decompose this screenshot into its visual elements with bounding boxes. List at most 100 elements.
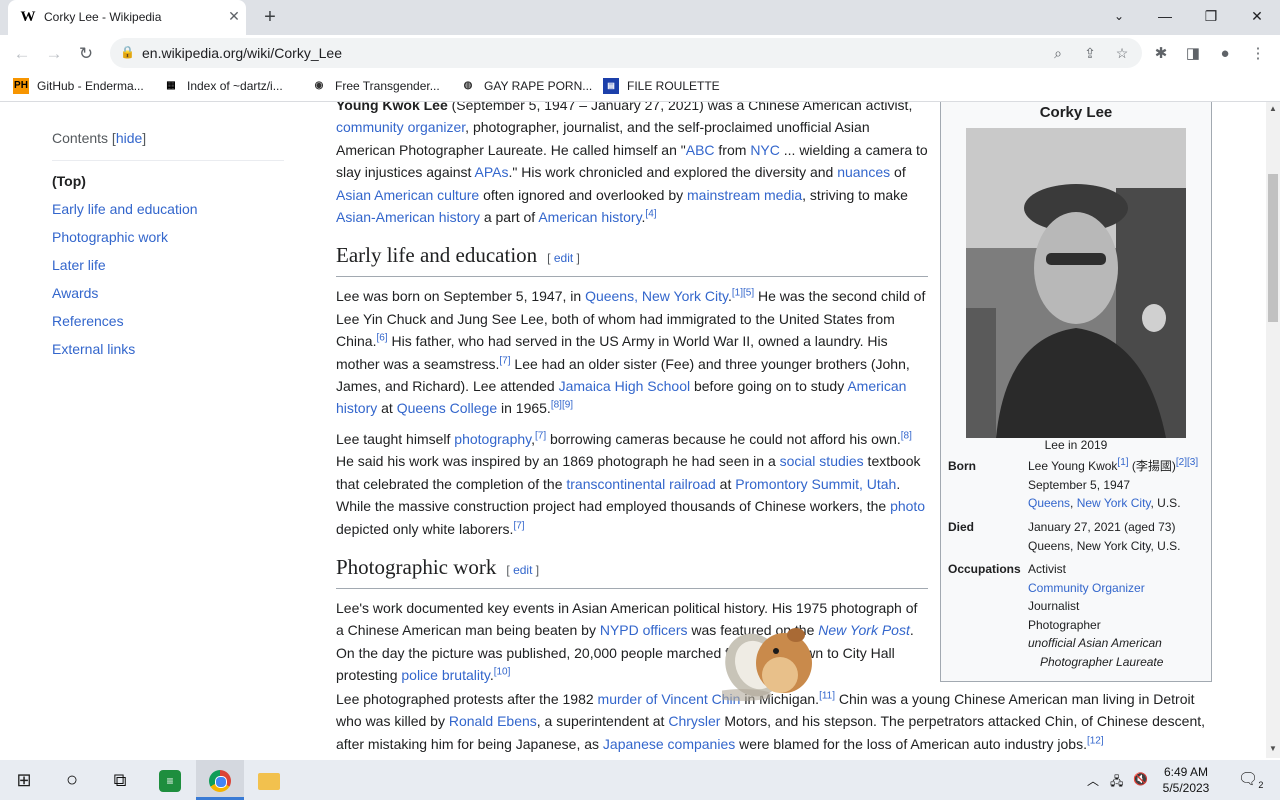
infobox-title: Corky Lee [1039,104,1113,121]
link[interactable]: mainstream media [687,187,802,203]
infobox: Corky Lee Lee in 2019 Born Lee Young Kwo… [940,102,1212,682]
scroll-down-arrow-icon[interactable]: ▼ [1266,742,1280,756]
task-view-icon[interactable]: ⧉ [96,760,144,800]
bookmark-item[interactable]: ▤ FILE ROULETTE [603,77,720,95]
wikipedia-page: Contents [hide] (Top) Early life and edu… [0,102,1266,758]
tab-search-chevron-icon[interactable]: ⌄ [1096,0,1142,32]
tab-close-icon[interactable]: ✕ [226,7,242,25]
scroll-up-arrow-icon[interactable]: ▲ [1266,102,1280,116]
profile-avatar-icon[interactable]: ● [1214,43,1236,65]
link[interactable]: nuances [837,164,890,180]
link[interactable]: Community Organizer [1028,581,1145,595]
address-bar[interactable]: 🔒 en.wikipedia.org/wiki/Corky_Lee ⌕ ⇪ ☆ [110,38,1142,68]
menu-kebab-icon[interactable]: ⋮ [1247,43,1269,65]
bookmark-label: GitHub - Enderma... [37,79,144,93]
network-icon[interactable]: 🖧 [1110,772,1123,793]
toc-item-references[interactable]: References [52,307,284,335]
bookmark-item[interactable]: ◍ GAY RAPE PORN... [460,77,593,95]
minimize-button[interactable]: — [1142,0,1188,32]
link[interactable]: transcontinental railroad [566,476,715,492]
citation[interactable]: [10] [494,666,511,677]
toc-hide-link[interactable]: hide [116,130,142,146]
spreadsheet-app-icon[interactable]: ≡ [146,760,194,800]
link[interactable]: Ronald Ebens [449,713,537,729]
scroll-thumb[interactable] [1268,174,1278,322]
search-icon[interactable]: ⌕ [1048,43,1068,63]
bookmark-item[interactable]: ▦ Index of ~dartz/i... [163,77,282,95]
notifications-icon[interactable]: 🗨2 [1238,769,1263,790]
edit-section-link[interactable]: [ edit ] [506,563,539,577]
citation[interactable]: [1] [1117,457,1128,468]
link[interactable]: murder of Vincent Chin [598,691,741,707]
link[interactable]: Queens College [397,400,497,416]
lock-icon[interactable]: 🔒 [120,45,135,59]
link[interactable]: American history [538,209,641,225]
toc-item-early-life[interactable]: Early life and education [52,195,284,223]
link[interactable]: Queens [1028,496,1070,510]
link[interactable]: police brutality [401,667,489,683]
link[interactable]: New York City [1077,496,1151,510]
link[interactable]: APAs [475,164,509,180]
close-window-button[interactable]: ✕ [1234,0,1280,32]
link[interactable]: NYPD officers [600,622,688,638]
url-text[interactable]: en.wikipedia.org/wiki/Corky_Lee [142,45,342,61]
citation[interactable]: [1][5] [732,288,754,299]
notification-count: 2 [1258,780,1264,791]
new-tab-button[interactable]: + [259,6,281,28]
side-panel-icon[interactable]: ◨ [1182,43,1204,65]
link[interactable]: Jamaica High School [559,378,691,394]
citation[interactable]: [2][3] [1176,457,1198,468]
windows-start-icon[interactable]: ⊞ [0,760,48,800]
restore-button[interactable]: ❐ [1188,0,1234,32]
cortana-search-icon[interactable]: ○ [48,760,96,800]
link[interactable]: ABC [686,142,715,158]
citation[interactable]: [4] [645,208,656,219]
browser-tab[interactable]: W Corky Lee - Wikipedia ✕ [8,0,246,35]
volume-muted-icon[interactable]: 🔇 [1133,772,1148,786]
bookmark-star-icon[interactable]: ☆ [1112,43,1132,63]
citation[interactable]: [12] [1087,735,1104,746]
page-scrollbar[interactable]: ▲ ▼ [1266,102,1280,758]
early-life-paragraph-2: Lee taught himself photography,[7] borro… [336,430,926,537]
link[interactable]: Japanese companies [603,736,735,752]
taskbar-clock[interactable]: 6:49 AM 5/5/2023 [1150,764,1222,796]
toc-item-photographic-work[interactable]: Photographic work [52,223,284,251]
bookmark-item[interactable]: ◉ Free Transgender... [311,77,440,95]
link[interactable]: Asian-American history [336,209,480,225]
citation[interactable]: [8] [901,430,912,441]
link[interactable]: social studies [780,453,864,469]
link[interactable]: NYC [750,142,780,158]
bookmark-label: Free Transgender... [335,79,440,93]
link[interactable]: photo [890,498,925,514]
citation[interactable]: [8][9] [551,400,573,411]
citation[interactable]: [6] [376,333,387,344]
chrome-taskbar-icon[interactable] [196,760,244,800]
reload-button[interactable]: ↻ [75,43,97,65]
file-explorer-icon[interactable] [245,760,293,800]
share-icon[interactable]: ⇪ [1080,43,1100,63]
citation[interactable]: [7] [535,430,546,441]
link[interactable]: Asian American culture [336,187,479,203]
forward-button[interactable]: → [43,43,65,65]
photographic-paragraph-1: Lee's work documented key events in Asia… [336,599,918,684]
hamster-sticker-image [712,613,822,703]
link[interactable]: community organizer [336,119,465,135]
link[interactable]: Promontory Summit, Utah [735,476,896,492]
toc-item-later-life[interactable]: Later life [52,251,284,279]
bookmark-item[interactable]: PH GitHub - Enderma... [13,77,144,95]
back-button[interactable]: ← [11,43,33,65]
tray-chevron-icon[interactable]: ︿ [1087,772,1099,789]
toc-item-awards[interactable]: Awards [52,279,284,307]
bookmark-label: FILE ROULETTE [627,79,720,93]
extensions-icon[interactable]: ✱ [1150,43,1172,65]
link[interactable]: Queens, New York City [585,288,728,304]
edit-section-link[interactable]: [ edit ] [547,251,580,265]
link[interactable]: New York Post [818,622,910,638]
portrait-photo[interactable] [966,128,1186,438]
citation[interactable]: [7] [513,520,524,531]
citation[interactable]: [7] [499,355,510,366]
toc-item-external-links[interactable]: External links [52,335,284,363]
link[interactable]: photography [454,431,531,447]
link[interactable]: Chrysler [668,713,720,729]
toc-item-top[interactable]: (Top) [52,167,284,195]
